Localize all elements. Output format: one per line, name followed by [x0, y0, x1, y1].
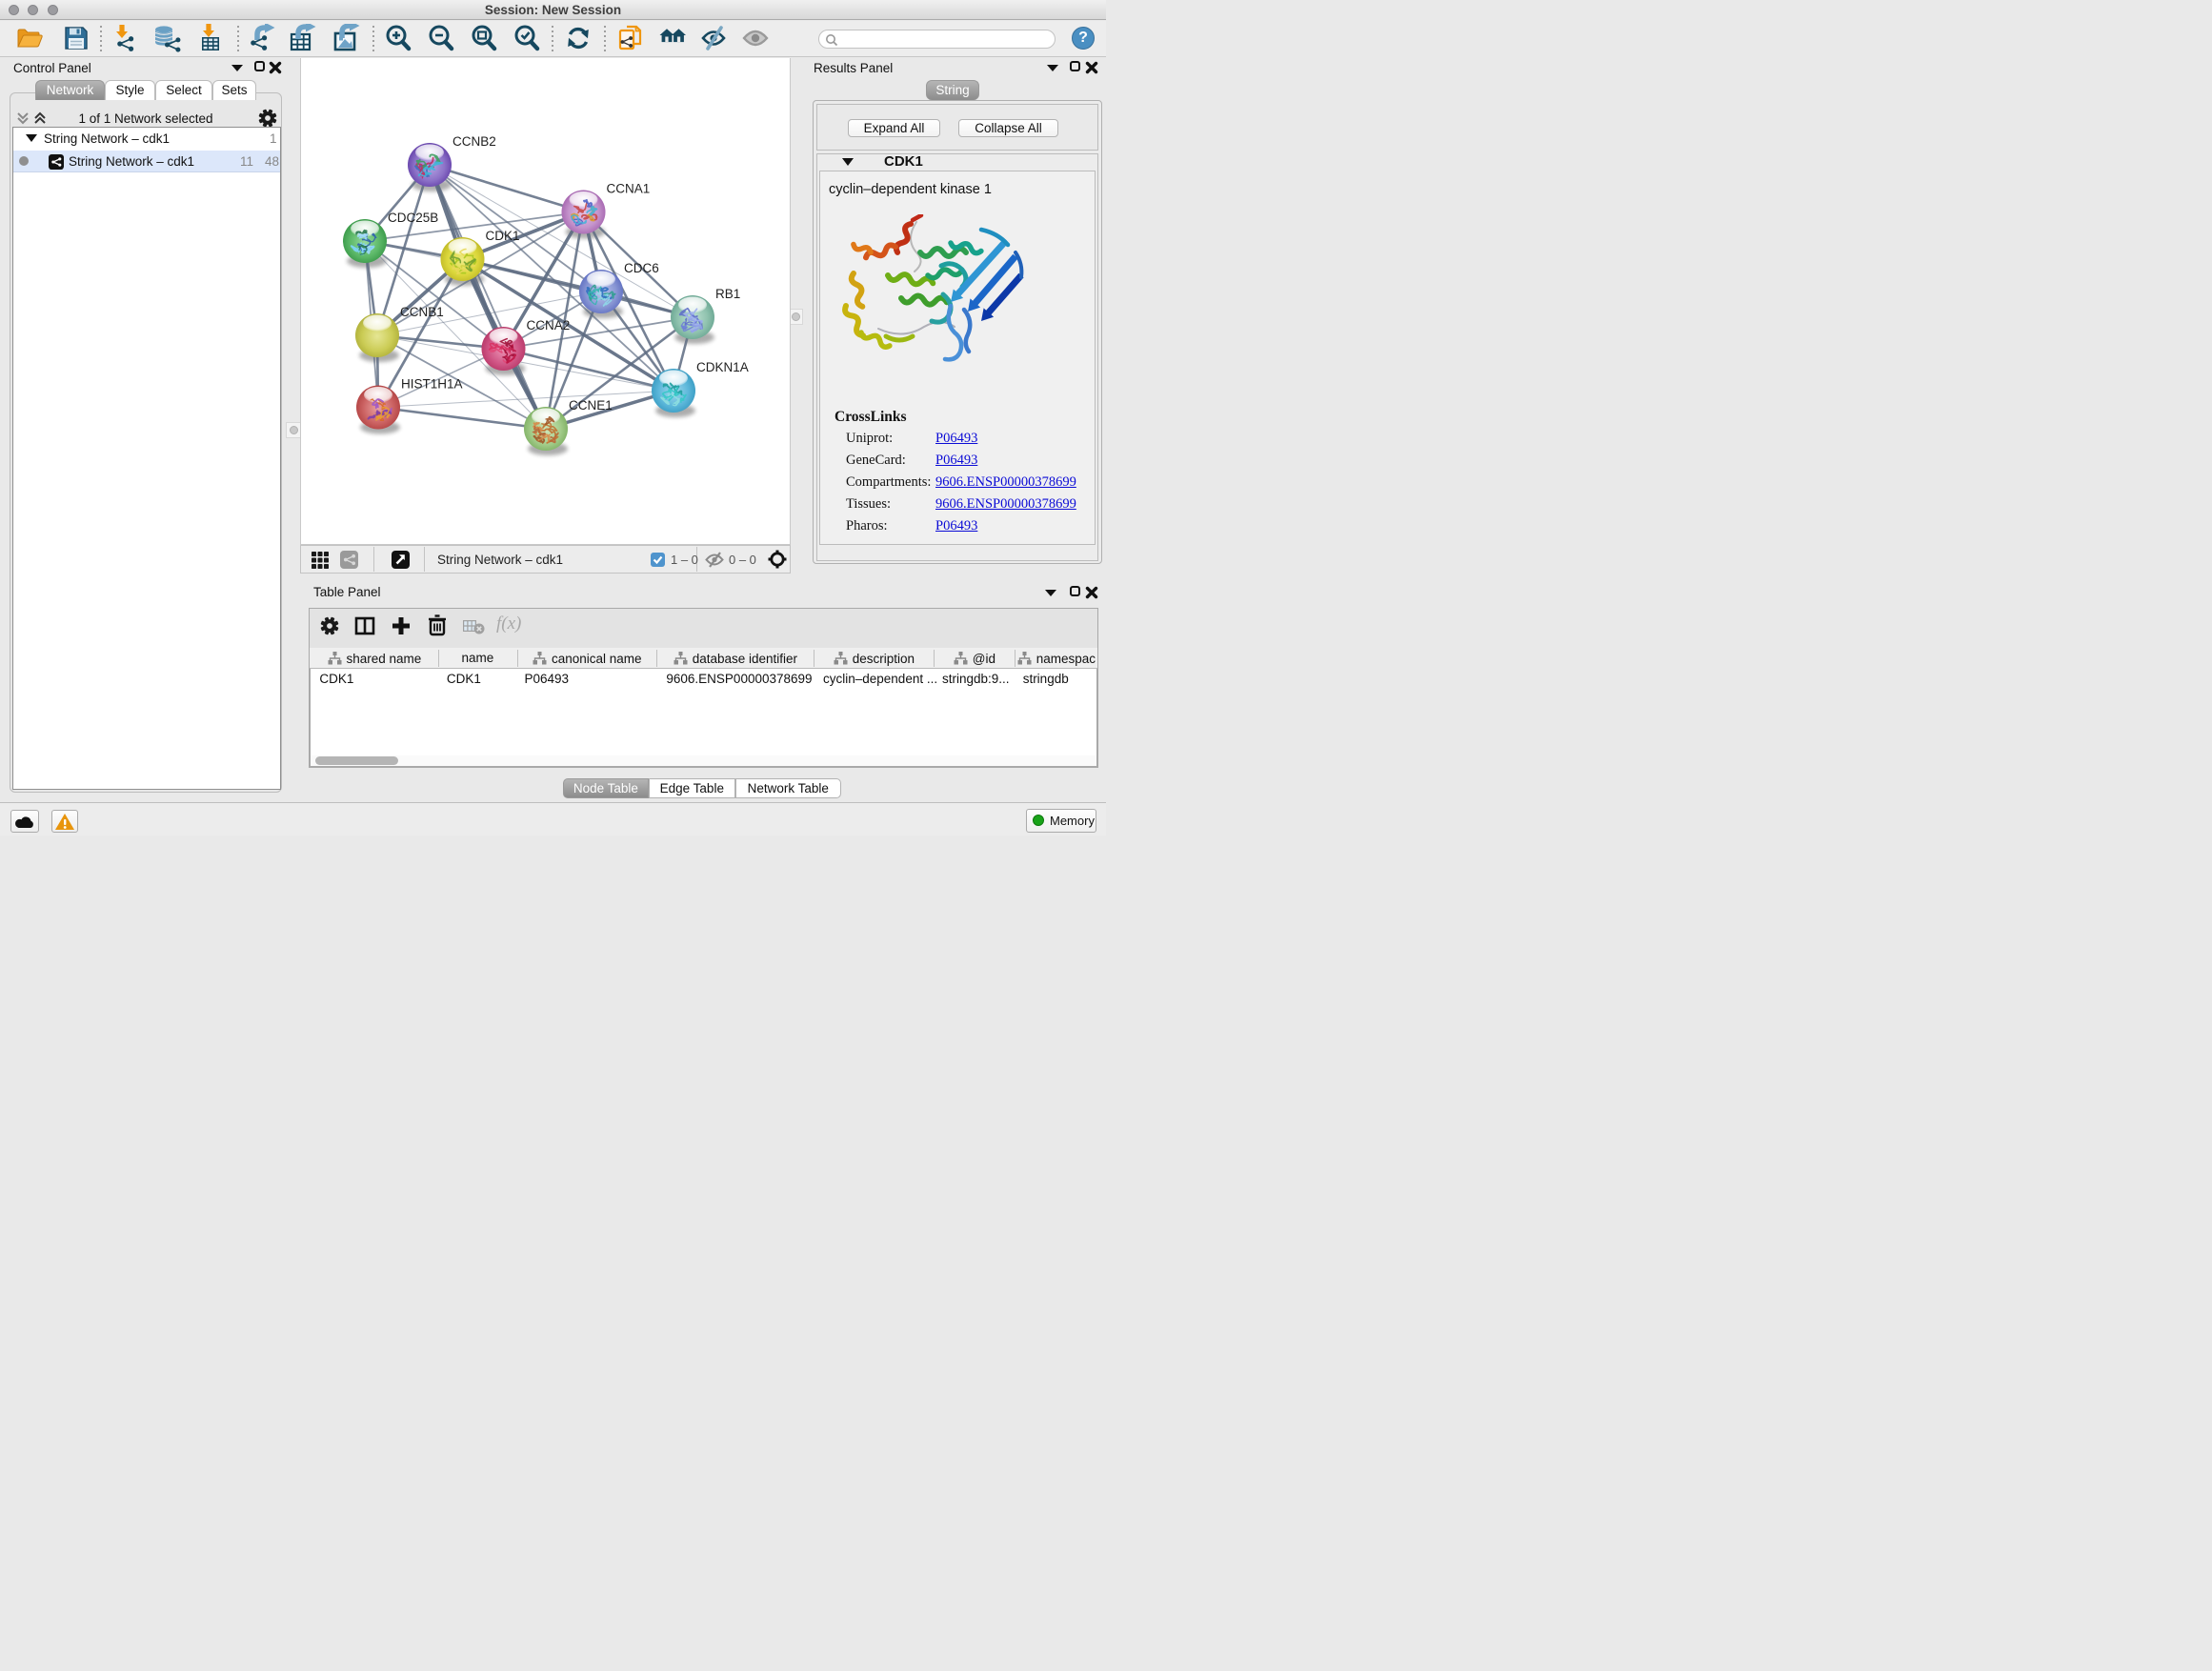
svg-text:CCNA1: CCNA1: [607, 182, 651, 196]
svg-text:CCNA2: CCNA2: [527, 318, 571, 332]
svg-text:HIST1H1A: HIST1H1A: [401, 377, 463, 392]
svg-text:CCNE1: CCNE1: [569, 398, 613, 413]
svg-text:CCNB2: CCNB2: [452, 134, 496, 149]
svg-text:CDC6: CDC6: [624, 261, 659, 275]
svg-text:CDC25B: CDC25B: [388, 211, 438, 225]
svg-text:RB1: RB1: [715, 287, 740, 301]
svg-text:CDKN1A: CDKN1A: [696, 360, 749, 374]
svg-text:CDK1: CDK1: [486, 229, 520, 243]
svg-text:CCNB1: CCNB1: [400, 305, 444, 319]
